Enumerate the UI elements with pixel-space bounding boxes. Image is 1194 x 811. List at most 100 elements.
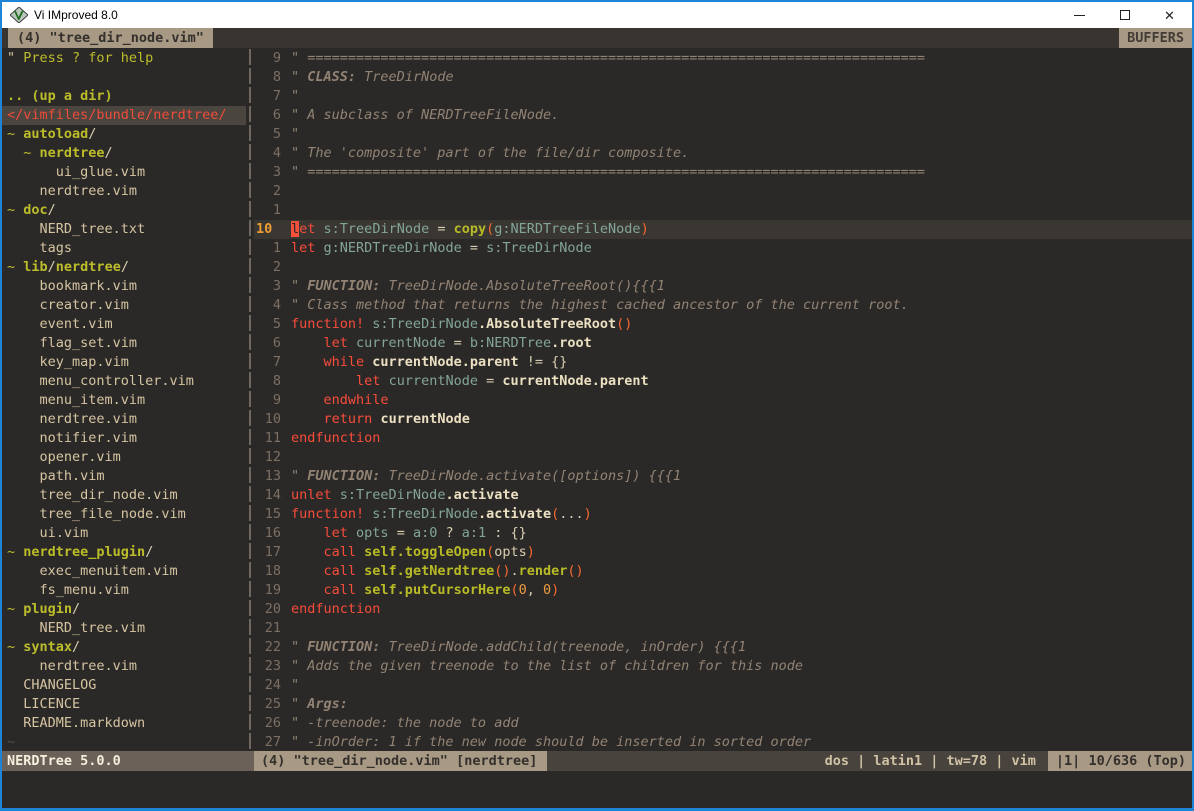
code-line[interactable]: 9 endwhile xyxy=(254,391,1192,410)
tree-item[interactable]: fs_menu.vim xyxy=(2,581,246,600)
minimize-button[interactable] xyxy=(1057,2,1102,28)
code-line[interactable]: 26" -treenode: the node to add xyxy=(254,714,1192,733)
line-number: 1 xyxy=(254,239,281,258)
code-line[interactable]: 15function! s:TreeDirNode.activate(...) xyxy=(254,505,1192,524)
tree-item[interactable]: path.vim xyxy=(2,467,246,486)
tree-item[interactable]: flag_set.vim xyxy=(2,334,246,353)
syntax-segment: call xyxy=(324,544,357,560)
syntax-segment: " xyxy=(291,696,307,712)
code-line[interactable]: 5" xyxy=(254,125,1192,144)
code-line[interactable]: 1let g:NERDTreeDirNode = s:TreeDirNode xyxy=(254,239,1192,258)
code-line[interactable]: 24" xyxy=(254,676,1192,695)
syntax-segment: / xyxy=(145,544,153,560)
tree-item[interactable]: ~ syntax/ xyxy=(2,638,246,657)
code-line[interactable]: 21 xyxy=(254,619,1192,638)
tree-item[interactable]: LICENCE xyxy=(2,695,246,714)
tree-item[interactable]: NERD_tree.txt xyxy=(2,220,246,239)
tree-item[interactable]: opener.vim xyxy=(2,448,246,467)
line-number: 10 xyxy=(254,220,281,239)
tree-item[interactable]: README.markdown xyxy=(2,714,246,733)
code-line[interactable]: 9" =====================================… xyxy=(254,49,1192,68)
nerdtree-pane[interactable]: " Press ? for help .. (up a dir)</vimfile… xyxy=(2,49,246,751)
code-line[interactable]: 8 let currentNode = currentNode.parent xyxy=(254,372,1192,391)
tree-item[interactable]: ~ xyxy=(2,733,246,751)
tree-item[interactable]: menu_item.vim xyxy=(2,391,246,410)
tree-item[interactable]: creator.vim xyxy=(2,296,246,315)
tree-item[interactable]: ui_glue.vim xyxy=(2,163,246,182)
code-line[interactable]: 4" The 'composite' part of the file/dir … xyxy=(254,144,1192,163)
tree-item[interactable]: event.vim xyxy=(2,315,246,334)
code-line[interactable]: 27" -inOrder: 1 if the new node should b… xyxy=(254,733,1192,751)
code-line[interactable]: 3 " FUNCTION: TreeDirNode.AbsoluteTreeRoo… xyxy=(254,277,1192,296)
code-line[interactable]: 13" FUNCTION: TreeDirNode.activate([opti… xyxy=(254,467,1192,486)
code-line[interactable]: 16 let opts = a:0 ? a:1 : {} xyxy=(254,524,1192,543)
line-number: 4 xyxy=(254,144,281,163)
code-line[interactable]: 4" Class method that returns the highest… xyxy=(254,296,1192,315)
syntax-segment: .root xyxy=(551,335,592,351)
tree-item[interactable]: ~ nerdtree/ xyxy=(2,144,246,163)
line-number: 27 xyxy=(254,733,281,751)
code-line[interactable]: 3" =====================================… xyxy=(254,163,1192,182)
tree-item[interactable]: ui.vim xyxy=(2,524,246,543)
syntax-segment: ~ xyxy=(7,126,23,142)
code-line[interactable]: 14unlet s:TreeDirNode.activate xyxy=(254,486,1192,505)
syntax-segment: autoload xyxy=(23,126,88,142)
line-number: 3 xyxy=(254,277,281,296)
editor-pane[interactable]: 9" =====================================… xyxy=(254,49,1192,751)
line-number: 19 xyxy=(254,581,281,600)
tree-item[interactable]: ~ nerdtree_plugin/ xyxy=(2,543,246,562)
tree-item[interactable]: " Press ? for help xyxy=(2,49,246,68)
code-line[interactable]: 12 xyxy=(254,448,1192,467)
code-line[interactable]: 2 xyxy=(254,258,1192,277)
code-line[interactable]: 20endfunction xyxy=(254,600,1192,619)
tree-item[interactable]: bookmark.vim xyxy=(2,277,246,296)
code-line[interactable]: 7 while currentNode.parent != {} xyxy=(254,353,1192,372)
code-line[interactable]: 6" A subclass of NERDTreeFileNode. xyxy=(254,106,1192,125)
code-line[interactable]: 17 call self.toggleOpen(opts) xyxy=(254,543,1192,562)
code-line[interactable]: 7" xyxy=(254,87,1192,106)
tree-item[interactable]: CHANGELOG xyxy=(2,676,246,695)
code-line[interactable]: 6 let currentNode = b:NERDTree.root xyxy=(254,334,1192,353)
tree-item[interactable]: tags xyxy=(2,239,246,258)
tree-item[interactable]: notifier.vim xyxy=(2,429,246,448)
syntax-segment: != {} xyxy=(519,354,568,370)
tree-item[interactable]: nerdtree.vim xyxy=(2,657,246,676)
tree-item[interactable]: menu_controller.vim xyxy=(2,372,246,391)
tree-item[interactable]: tree_dir_node.vim xyxy=(2,486,246,505)
code-line[interactable]: 18 call self.getNerdtree().render() xyxy=(254,562,1192,581)
code-line[interactable]: 25" Args: xyxy=(254,695,1192,714)
tree-item[interactable]: exec_menuitem.vim xyxy=(2,562,246,581)
syntax-segment xyxy=(291,582,324,598)
code-line[interactable]: 1 xyxy=(254,201,1192,220)
tree-item[interactable]: ~ doc/ xyxy=(2,201,246,220)
code-line[interactable]: 19 call self.putCursorHere(0, 0) xyxy=(254,581,1192,600)
syntax-segment: , xyxy=(527,582,543,598)
syntax-segment xyxy=(291,392,324,408)
code-line[interactable]: 22" FUNCTION: TreeDirNode.addChild(treen… xyxy=(254,638,1192,657)
window-separator[interactable] xyxy=(246,49,254,751)
statusline-position: |1| 10/636 (Top) xyxy=(1048,751,1192,771)
code-line[interactable]: 11endfunction xyxy=(254,429,1192,448)
syntax-segment: TreeDirNode.AbsoluteTreeRoot(){{{1 xyxy=(380,278,664,294)
close-button[interactable]: ✕ xyxy=(1147,2,1192,28)
tree-item[interactable]: ~ lib/nerdtree/ xyxy=(2,258,246,277)
code-line[interactable]: 10 return currentNode xyxy=(254,410,1192,429)
tab-active-buffer[interactable]: (4) "tree_dir_node.vim" xyxy=(8,28,213,48)
code-line[interactable]: 5function! s:TreeDirNode.AbsoluteTreeRoo… xyxy=(254,315,1192,334)
tree-item[interactable]: tree_file_node.vim xyxy=(2,505,246,524)
code-line-current[interactable]: 10let s:TreeDirNode = copy(g:NERDTreeFil… xyxy=(254,220,1192,239)
tree-item[interactable]: nerdtree.vim xyxy=(2,182,246,201)
syntax-segment: " xyxy=(291,278,307,294)
syntax-segment: FUNCTION: xyxy=(307,278,380,294)
tree-root-node[interactable]: </vimfiles/bundle/nerdtree/ xyxy=(2,106,246,125)
maximize-button[interactable] xyxy=(1102,2,1147,28)
tree-item[interactable]: ~ autoload/ xyxy=(2,125,246,144)
tree-item[interactable]: .. (up a dir) xyxy=(2,87,246,106)
tree-item[interactable]: nerdtree.vim xyxy=(2,410,246,429)
code-line[interactable]: 8" CLASS: TreeDirNode xyxy=(254,68,1192,87)
code-line[interactable]: 23" Adds the given treenode to the list … xyxy=(254,657,1192,676)
tree-item[interactable]: ~ plugin/ xyxy=(2,600,246,619)
code-line[interactable]: 2 xyxy=(254,182,1192,201)
tree-item[interactable]: NERD_tree.vim xyxy=(2,619,246,638)
tree-item[interactable]: key_map.vim xyxy=(2,353,246,372)
